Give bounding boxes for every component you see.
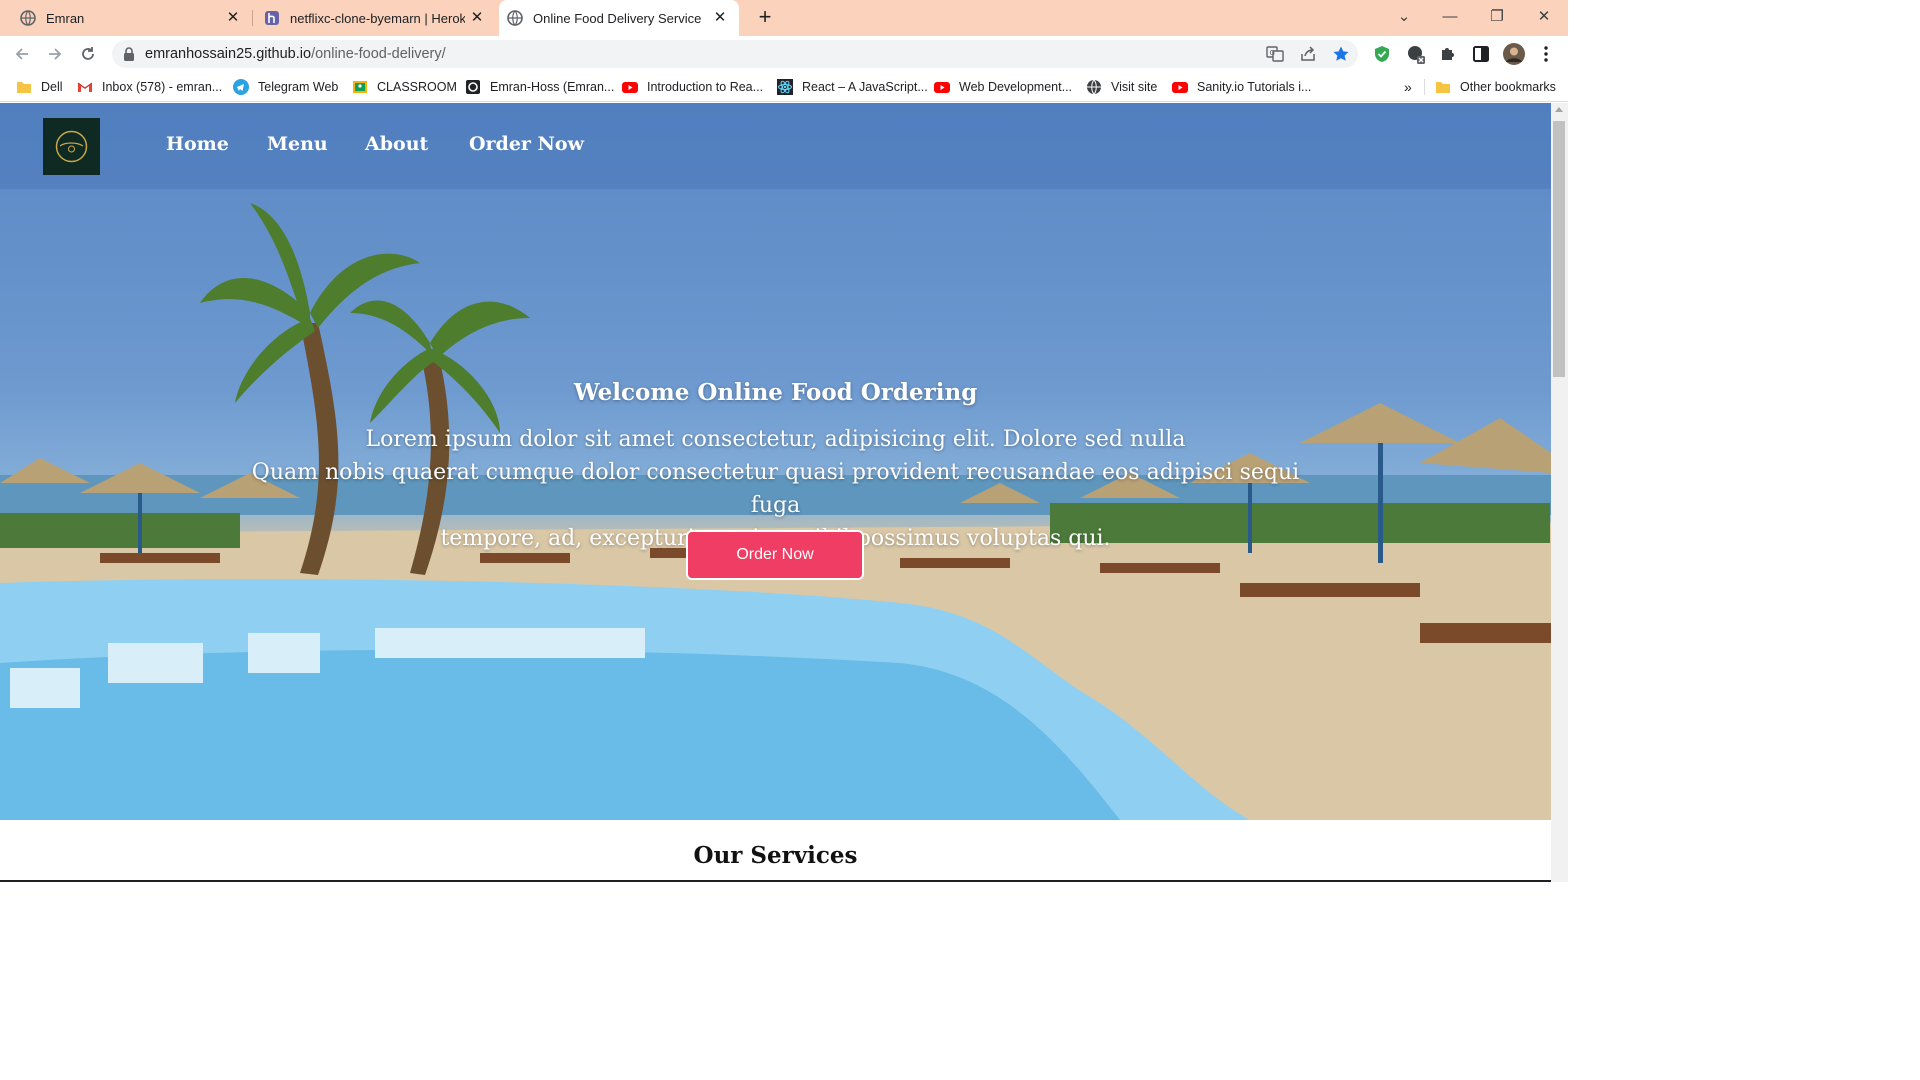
bookmark-label: Web Development... — [959, 80, 1073, 94]
new-tab-button[interactable]: + — [752, 5, 778, 31]
tab-emran[interactable]: Emran ✕ — [12, 0, 252, 36]
classroom-icon — [353, 81, 367, 93]
more-menu-icon[interactable] — [1536, 44, 1556, 64]
back-button[interactable] — [10, 42, 34, 66]
site-logo[interactable] — [43, 118, 100, 175]
telegram-icon — [233, 79, 249, 95]
bookmark-label: Introduction to Rea... — [647, 80, 764, 94]
globe-icon — [20, 10, 36, 26]
close-window-button[interactable]: ✕ — [1532, 6, 1556, 28]
site-navbar: Home Menu About Order Now — [0, 103, 1551, 189]
other-bookmarks[interactable]: Other bookmarks — [1435, 78, 1556, 96]
bookmark-label: React – A JavaScript... — [802, 80, 928, 94]
close-icon[interactable]: ✕ — [711, 9, 729, 27]
bookmark-visit-site[interactable]: Visit site — [1086, 78, 1157, 96]
address-bar[interactable]: emranhossain25.github.io/online-food-del… — [112, 40, 1358, 68]
extension-blocked-icon[interactable] — [1406, 44, 1426, 64]
bookmark-label: Inbox (578) - emran... — [102, 80, 223, 94]
url-host: emranhossain25.github.io — [145, 46, 312, 62]
tab-title: Online Food Delivery Service In I — [533, 10, 703, 26]
reload-button[interactable] — [76, 42, 100, 66]
tab-title: Emran — [46, 10, 85, 26]
hero-line: Lorem ipsum dolor sit amet consectetur, … — [365, 427, 1186, 452]
bookmark-label: Dell — [41, 80, 63, 94]
bookmark-label: Sanity.io Tutorials i... — [1197, 80, 1312, 94]
bookmark-label: Other bookmarks — [1460, 80, 1556, 94]
forward-button[interactable] — [43, 42, 67, 66]
nav-home[interactable]: Home — [166, 133, 229, 155]
folder-icon — [17, 82, 31, 93]
order-now-button[interactable]: Order Now — [686, 530, 864, 580]
url-path: /online-food-delivery/ — [311, 46, 446, 62]
bookmarks-bar: Dell Inbox (578) - emran... Telegram Web… — [0, 72, 1568, 102]
bookmark-sanity[interactable]: Sanity.io Tutorials i... — [1172, 78, 1311, 96]
youtube-icon — [622, 82, 638, 93]
close-icon[interactable]: ✕ — [224, 9, 242, 27]
side-panel-icon[interactable] — [1471, 44, 1491, 64]
puzzle-icon[interactable] — [1438, 44, 1458, 64]
restore-button[interactable]: ❐ — [1485, 6, 1509, 28]
hero-line: Quam nobis quaerat cumque dolor consecte… — [251, 460, 1300, 518]
tab-online-food-delivery[interactable]: Online Food Delivery Service In I ✕ — [499, 0, 739, 36]
window-bottom-border — [0, 880, 1551, 882]
share-icon[interactable] — [1299, 45, 1317, 63]
youtube-icon — [1172, 82, 1188, 93]
folder-icon — [1436, 82, 1450, 93]
avatar[interactable] — [1503, 43, 1525, 65]
page-scrollbar[interactable] — [1551, 103, 1568, 882]
bookmark-web-dev[interactable]: Web Development... — [934, 78, 1072, 96]
logo-emblem-icon — [55, 130, 88, 163]
tab-strip: Emran ✕ netflixc-clone-byemarn | Heroku … — [0, 0, 1568, 36]
arrow-right-icon — [49, 48, 62, 60]
github-icon — [466, 80, 480, 94]
bookmark-separator — [1424, 79, 1425, 95]
bookmark-inbox[interactable]: Inbox (578) - emran... — [77, 78, 222, 96]
reload-icon — [82, 47, 94, 60]
hero-title: Welcome Online Food Ordering — [573, 379, 978, 406]
shield-extension-icon[interactable] — [1372, 44, 1392, 64]
star-icon[interactable] — [1332, 45, 1350, 63]
page-viewport: Home Menu About Order Now Welcome Online… — [0, 103, 1551, 882]
gmail-icon — [77, 82, 93, 92]
tab-title: netflixc-clone-byemarn | Heroku — [290, 10, 465, 26]
bookmark-label: Emran-Hoss (Emran... — [490, 80, 615, 94]
globe-icon — [507, 10, 523, 26]
lock-icon[interactable] — [123, 47, 135, 61]
bookmark-dell[interactable]: Dell — [16, 78, 63, 96]
react-icon — [777, 79, 793, 95]
bookmark-label: Telegram Web — [258, 80, 339, 94]
bookmarks-overflow-button[interactable]: » — [1404, 78, 1412, 96]
bookmark-classroom[interactable]: CLASSROOM — [352, 78, 457, 96]
hero-section: Home Menu About Order Now Welcome Online… — [0, 103, 1551, 820]
close-icon[interactable]: ✕ — [468, 9, 486, 27]
bookmark-label: Visit site — [1111, 80, 1158, 94]
bookmark-github[interactable]: Emran-Hoss (Emran... — [465, 78, 614, 96]
bookmark-react[interactable]: React – A JavaScript... — [777, 78, 928, 96]
url-text[interactable]: emranhossain25.github.io/online-food-del… — [145, 46, 446, 62]
services-heading: Our Services — [693, 842, 858, 869]
nav-menu[interactable]: Menu — [267, 133, 328, 155]
bookmark-intro-react[interactable]: Introduction to Rea... — [622, 78, 763, 96]
translate-icon[interactable]: G — [1266, 45, 1284, 63]
youtube-icon — [934, 82, 950, 93]
svg-text:G: G — [1270, 49, 1275, 57]
bookmark-label: CLASSROOM — [377, 80, 457, 94]
bookmark-telegram[interactable]: Telegram Web — [233, 78, 338, 96]
scroll-up-arrow[interactable] — [1555, 107, 1563, 112]
tab-separator — [252, 10, 253, 26]
tab-heroku[interactable]: netflixc-clone-byemarn | Heroku ✕ — [256, 0, 496, 36]
scrollbar-thumb[interactable] — [1553, 121, 1565, 377]
heroku-icon — [265, 11, 279, 25]
globe-icon — [1087, 79, 1101, 95]
minimize-button[interactable]: — — [1438, 6, 1462, 28]
nav-order-now[interactable]: Order Now — [469, 133, 584, 155]
arrow-left-icon — [15, 48, 28, 60]
nav-about[interactable]: About — [365, 133, 428, 155]
tab-search-button[interactable]: ⌄ — [1392, 6, 1416, 28]
